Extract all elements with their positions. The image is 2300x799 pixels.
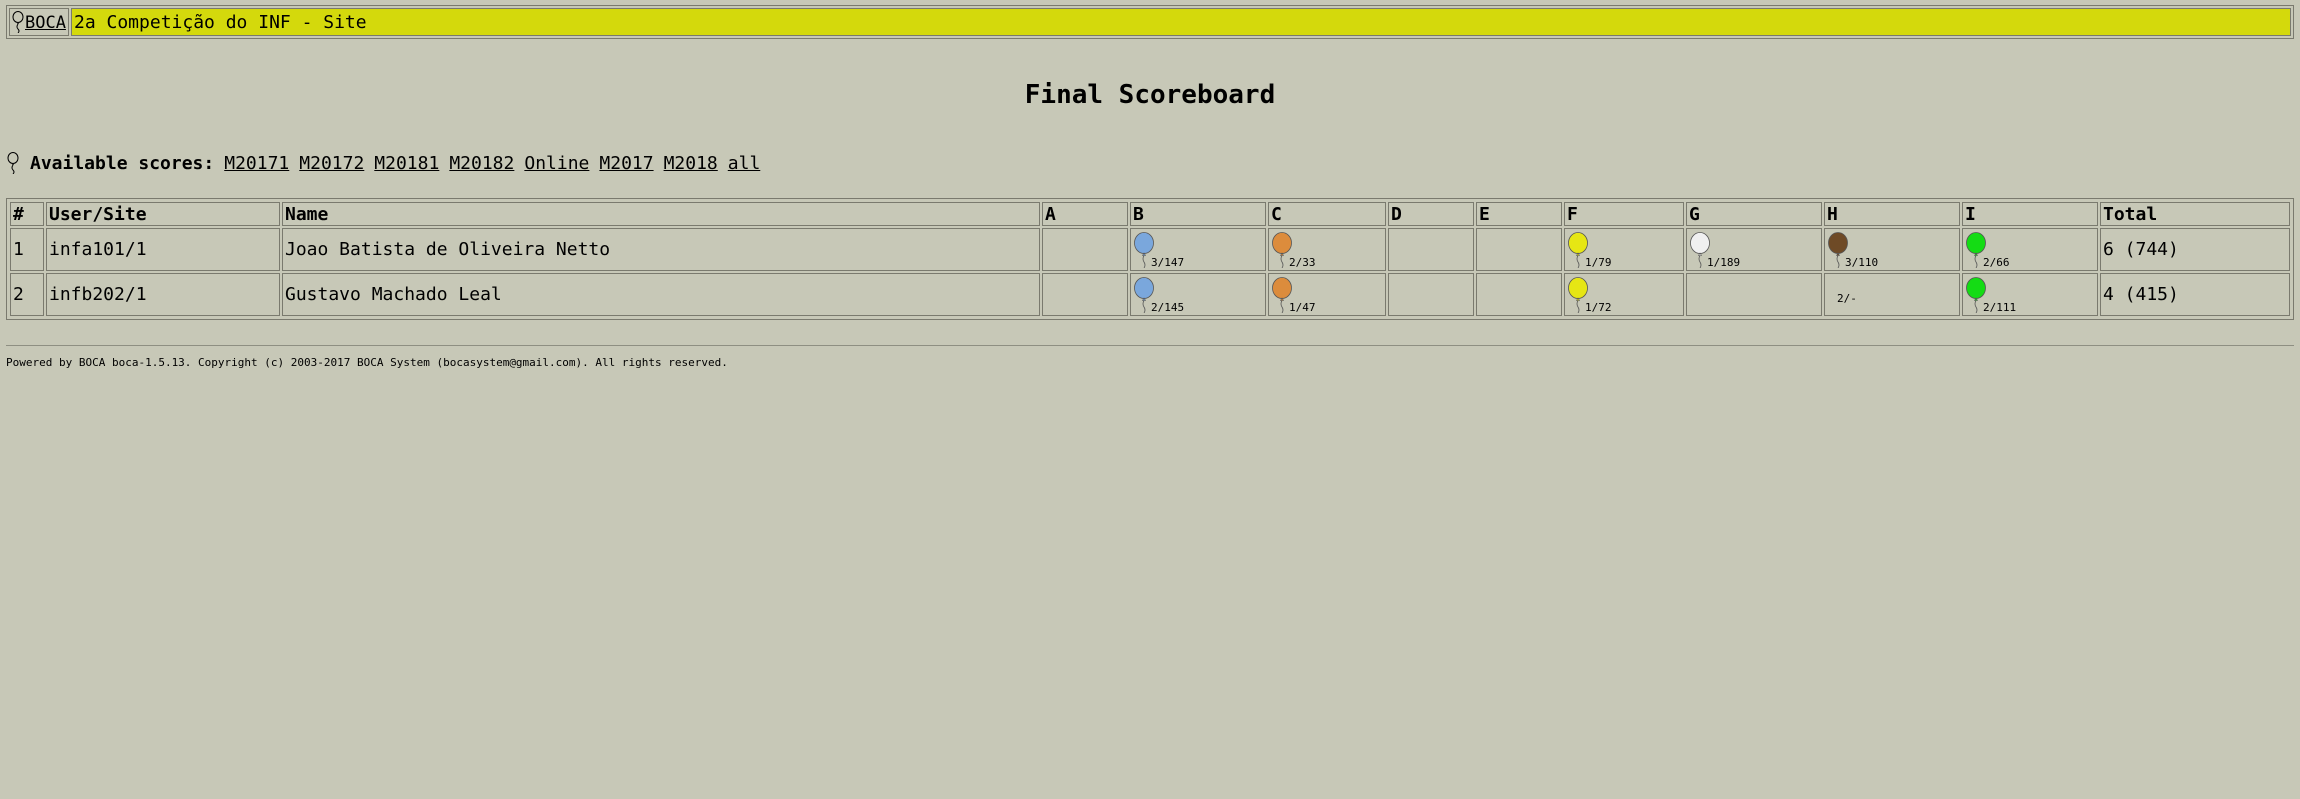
problem-e-cell: [1476, 273, 1562, 316]
logo-cell: BOCA: [9, 8, 69, 36]
col-problem-a: A: [1042, 202, 1128, 226]
problem-score: 2/-: [1837, 292, 1857, 305]
problem-score: 2/66: [1983, 256, 2010, 269]
col-rank: #: [10, 202, 44, 226]
problem-score: 2/145: [1151, 301, 1185, 314]
col-problem-f: F: [1564, 202, 1684, 226]
problem-score: 1/47: [1289, 301, 1316, 314]
problem-score: 1/79: [1585, 256, 1612, 269]
problem-a-cell: [1042, 228, 1128, 271]
col-user-site: User/Site: [46, 202, 280, 226]
problem-i-cell: 2/111: [1962, 273, 2098, 316]
page-title: Final Scoreboard: [1024, 80, 1276, 110]
score-link-m2018[interactable]: M2018: [664, 153, 718, 174]
scoreboard: # User/Site Name A B C D E F G H I Total…: [6, 198, 2294, 320]
footer-divider: [6, 345, 2294, 346]
table-row: 1 infa101/1 Joao Batista de Oliveira Netto…: [10, 228, 2290, 271]
problem-c-cell: 2/33: [1268, 228, 1386, 271]
footer-text: Powered by BOCA boca-1.5.13. Copyright (…: [6, 356, 728, 369]
available-scores: Available scores: M20171 M20172 M20181 M…: [6, 152, 770, 174]
score-link-all[interactable]: all: [728, 153, 761, 174]
col-problem-d: D: [1388, 202, 1474, 226]
total-cell: 6 (744): [2100, 228, 2290, 271]
boca-home-link[interactable]: BOCA: [25, 13, 66, 33]
col-problem-i: I: [1962, 202, 2098, 226]
table-row: 2 infb202/1 Gustavo Machado Leal 2/145 1/47 1…: [10, 273, 2290, 316]
col-total: Total: [2100, 202, 2290, 226]
name-cell: Joao Batista de Oliveira Netto: [282, 228, 1040, 271]
col-problem-e: E: [1476, 202, 1562, 226]
contest-title: 2a Competição do INF - Site: [71, 8, 2291, 36]
col-problem-b: B: [1130, 202, 1266, 226]
col-problem-h: H: [1824, 202, 1960, 226]
problem-b-cell: 3/147: [1130, 228, 1266, 271]
problem-score: 3/147: [1151, 256, 1185, 269]
balloon-logo-icon: [12, 11, 24, 33]
problem-g-cell: [1686, 273, 1822, 316]
problem-b-cell: 2/145: [1130, 273, 1266, 316]
problem-h-cell: 2/-: [1824, 273, 1960, 316]
header-bar: BOCA 2a Competição do INF - Site: [6, 5, 2294, 39]
problem-score: 2/33: [1289, 256, 1316, 269]
balloon-icon: [7, 152, 19, 174]
col-problem-c: C: [1268, 202, 1386, 226]
problem-a-cell: [1042, 273, 1128, 316]
problem-i-cell: 2/66: [1962, 228, 2098, 271]
score-link-online[interactable]: Online: [524, 153, 589, 174]
col-name: Name: [282, 202, 1040, 226]
score-link-m20182[interactable]: M20182: [449, 153, 514, 174]
problem-score: 2/111: [1983, 301, 2017, 314]
total-cell: 4 (415): [2100, 273, 2290, 316]
scoreboard-table: # User/Site Name A B C D E F G H I Total…: [8, 200, 2292, 318]
score-link-m20172[interactable]: M20172: [299, 153, 364, 174]
score-link-m2017[interactable]: M2017: [599, 153, 653, 174]
problem-score: 1/72: [1585, 301, 1612, 314]
problem-d-cell: [1388, 273, 1474, 316]
name-cell: Gustavo Machado Leal: [282, 273, 1040, 316]
problem-e-cell: [1476, 228, 1562, 271]
problem-d-cell: [1388, 228, 1474, 271]
problem-f-cell: 1/79: [1564, 228, 1684, 271]
problem-score: 3/110: [1845, 256, 1879, 269]
available-scores-label: Available scores:: [30, 153, 215, 174]
rank-cell: 2: [10, 273, 44, 316]
problem-g-cell: 1/189: [1686, 228, 1822, 271]
problem-score: 1/189: [1707, 256, 1741, 269]
problem-c-cell: 1/47: [1268, 273, 1386, 316]
header-row: # User/Site Name A B C D E F G H I Total: [10, 202, 2290, 226]
rank-cell: 1: [10, 228, 44, 271]
col-problem-g: G: [1686, 202, 1822, 226]
user-site-cell: infa101/1: [46, 228, 280, 271]
problem-h-cell: 3/110: [1824, 228, 1960, 271]
score-link-m20171[interactable]: M20171: [224, 153, 289, 174]
problem-f-cell: 1/72: [1564, 273, 1684, 316]
user-site-cell: infb202/1: [46, 273, 280, 316]
score-link-m20181[interactable]: M20181: [374, 153, 439, 174]
